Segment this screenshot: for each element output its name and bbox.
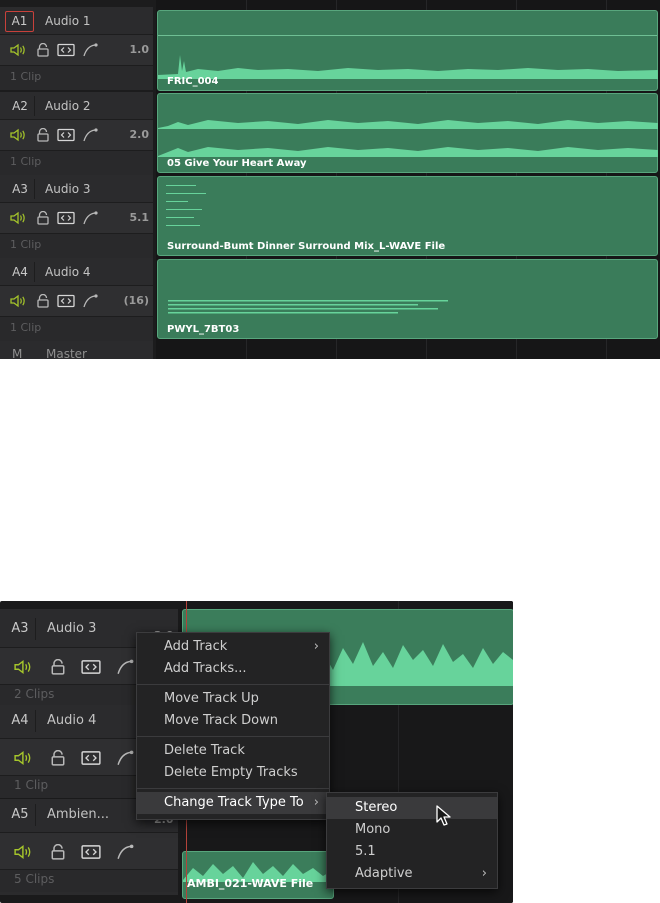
- auto-select-icon[interactable]: [57, 128, 75, 142]
- speaker-icon[interactable]: [14, 750, 34, 766]
- lock-icon[interactable]: [36, 43, 50, 57]
- automation-curve-icon[interactable]: [117, 844, 135, 860]
- speaker-icon[interactable]: [10, 43, 28, 57]
- lock-icon[interactable]: [50, 844, 66, 860]
- track-id[interactable]: A4: [6, 262, 35, 282]
- track-id[interactable]: A1: [5, 11, 34, 32]
- lock-icon[interactable]: [36, 211, 50, 225]
- clip-count: 5 Clips: [14, 872, 55, 886]
- clip-label: 05 Give Your Heart Away: [167, 158, 307, 169]
- waveform: [158, 55, 658, 79]
- menu-item-stereo[interactable]: Stereo: [327, 797, 497, 819]
- clip-label: FRIC_004: [167, 76, 219, 87]
- channel-label: 1.0: [129, 43, 150, 56]
- clip-label: PWYL_7BT03: [167, 324, 240, 335]
- automation-curve-icon[interactable]: [83, 128, 99, 142]
- menu-item-5-1[interactable]: 5.1: [327, 841, 497, 863]
- mouse-cursor-icon: [436, 805, 451, 826]
- auto-select-icon[interactable]: [81, 844, 101, 860]
- lock-icon[interactable]: [50, 659, 66, 675]
- waveform: [168, 300, 448, 314]
- menu-item-move-track-down[interactable]: Move Track Down: [137, 710, 329, 732]
- speaker-icon[interactable]: [10, 294, 28, 308]
- track-name[interactable]: Audio 1: [45, 11, 91, 31]
- lock-icon[interactable]: [50, 750, 66, 766]
- track-id[interactable]: A4: [5, 710, 36, 732]
- track-name[interactable]: Audio 3: [47, 618, 96, 640]
- timeline-panel-bottom: A3 Audio 3 2.0 2 Clips A4 Audio 4 1 Clip…: [0, 601, 513, 903]
- menu-item-adaptive[interactable]: Adaptive ›: [327, 863, 497, 885]
- clip-label: Surround-Bumt Dinner Surround Mix_L-WAVE…: [167, 241, 446, 252]
- track-header-a4[interactable]: A4 Audio 4 (16) 1 Clip: [0, 258, 153, 341]
- chevron-right-icon: ›: [481, 866, 487, 881]
- track-id[interactable]: A5: [5, 804, 36, 826]
- automation-curve-icon[interactable]: [83, 211, 99, 225]
- auto-select-icon[interactable]: [81, 750, 101, 766]
- auto-select-icon[interactable]: [57, 43, 75, 57]
- auto-select-icon[interactable]: [81, 659, 101, 675]
- track-header-a2[interactable]: A2 Audio 2 2.0 1 Clip: [0, 92, 153, 175]
- timeline-panel-top: A1 Audio 1 1.0 1 Clip FRIC_004 A2 Audio …: [0, 0, 660, 359]
- track-id[interactable]: A2: [6, 96, 35, 116]
- clip-count: 1 Clip: [10, 155, 42, 168]
- clip-count: 2 Clips: [14, 687, 55, 701]
- audio-clip[interactable]: 05 Give Your Heart Away: [157, 93, 658, 173]
- speaker-icon[interactable]: [10, 128, 28, 142]
- speaker-icon[interactable]: [10, 211, 28, 225]
- audio-clip[interactable]: Surround-Bumt Dinner Surround Mix_L-WAVE…: [157, 176, 658, 256]
- channel-label: 5.1: [129, 211, 150, 224]
- lock-icon[interactable]: [36, 294, 50, 308]
- auto-select-icon[interactable]: [57, 211, 75, 225]
- track-name[interactable]: Audio 2: [45, 96, 91, 116]
- track-context-menu: Add Track › Add Tracks... Move Track Up M…: [136, 632, 330, 820]
- clip-count: 1 Clip: [10, 238, 42, 251]
- chevron-right-icon: ›: [313, 795, 319, 810]
- automation-curve-icon[interactable]: [83, 294, 99, 308]
- track-id[interactable]: A3: [6, 179, 35, 199]
- menu-item-add-tracks[interactable]: Add Tracks...: [137, 658, 329, 680]
- track-name[interactable]: Ambien...: [47, 804, 109, 826]
- speaker-icon[interactable]: [14, 844, 34, 860]
- track-name[interactable]: Audio 3: [45, 179, 91, 199]
- audio-clip[interactable]: PWYL_7BT03: [157, 259, 658, 339]
- track-name[interactable]: Audio 4: [45, 262, 91, 282]
- track-name[interactable]: Audio 4: [47, 710, 96, 732]
- clip-count: 1 Clip: [10, 70, 42, 83]
- chevron-right-icon: ›: [313, 639, 319, 654]
- menu-item-change-track-type[interactable]: Change Track Type To ›: [137, 792, 329, 814]
- menu-item-add-track[interactable]: Add Track ›: [137, 636, 329, 658]
- waveform: [166, 185, 206, 226]
- track-header-a3[interactable]: A3 Audio 3 5.1 1 Clip: [0, 175, 153, 258]
- track-type-submenu: Stereo Mono 5.1 Adaptive ›: [326, 792, 498, 889]
- clip-count: 1 Clip: [10, 321, 42, 334]
- menu-item-delete-track[interactable]: Delete Track: [137, 740, 329, 762]
- audio-clip[interactable]: AMBI_021-WAVE File: [182, 851, 334, 899]
- master-id: M: [12, 347, 23, 359]
- automation-curve-icon[interactable]: [83, 43, 99, 57]
- auto-select-icon[interactable]: [57, 294, 75, 308]
- automation-curve-icon[interactable]: [117, 750, 135, 766]
- channel-label: (16): [123, 294, 149, 307]
- clip-count: 1 Clip: [14, 778, 49, 792]
- automation-curve-icon[interactable]: [117, 659, 135, 675]
- track-header-a1[interactable]: A1 Audio 1 1.0 1 Clip: [0, 7, 153, 90]
- menu-item-delete-empty-tracks[interactable]: Delete Empty Tracks: [137, 762, 329, 784]
- channel-label: 2.0: [129, 128, 150, 141]
- waveform: [158, 120, 658, 157]
- menu-item-mono[interactable]: Mono: [327, 819, 497, 841]
- track-id[interactable]: A3: [5, 618, 36, 640]
- menu-item-move-track-up[interactable]: Move Track Up: [137, 688, 329, 710]
- audio-clip[interactable]: FRIC_004: [157, 10, 658, 91]
- lock-icon[interactable]: [36, 128, 50, 142]
- speaker-icon[interactable]: [14, 659, 34, 675]
- master-name: Master: [46, 347, 87, 359]
- clip-label: AMBI_021-WAVE File: [187, 877, 314, 890]
